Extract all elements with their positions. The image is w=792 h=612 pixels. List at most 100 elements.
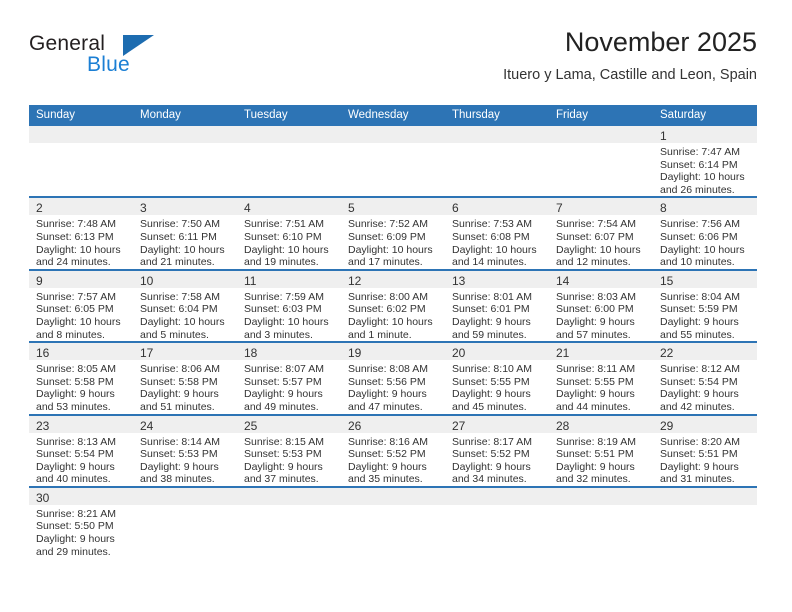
- day-number: 29: [660, 418, 674, 433]
- calendar-day-cell[interactable]: 12 Sunrise: 8:00 AM Sunset: 6:02 PM Dayligh…: [341, 268, 445, 343]
- page-title: November 2025: [564, 27, 757, 57]
- day-number: 27: [452, 418, 466, 433]
- sunrise-text: Sunrise: 8:03 AM: [556, 290, 636, 303]
- calendar-day-cell[interactable]: 4 Sunrise: 7:51 AM Sunset: 6:10 PM Daylight…: [237, 196, 341, 270]
- calendar-day-cell[interactable]: 25 Sunrise: 8:15 AM Sunset: 5:53 PM Dayligh…: [237, 413, 341, 487]
- calendar-day-cell[interactable]: 10 Sunrise: 7:58 AM Sunset: 6:04 PM Dayligh…: [133, 268, 237, 343]
- calendar-day-cell[interactable]: 30 Sunrise: 8:21 AM Sunset: 5:50 PM Dayligh…: [29, 485, 133, 559]
- calendar-day-cell[interactable]: 8 Sunrise: 7:56 AM Sunset: 6:06 PM Daylight…: [653, 196, 757, 270]
- day-number: 5: [348, 201, 355, 216]
- daylight-text: Daylight: 10 hours: [660, 171, 745, 184]
- calendar-day-cell[interactable]: 9 Sunrise: 7:57 AM Sunset: 6:05 PM Daylight…: [29, 268, 133, 343]
- calendar-day-cell[interactable]: 19 Sunrise: 8:08 AM Sunset: 5:56 PM Dayligh…: [341, 341, 445, 415]
- daylight-text-cont: and 44 minutes.: [556, 400, 631, 413]
- sunrise-text: Sunrise: 8:13 AM: [36, 435, 116, 448]
- page-header: General Blue November 2025 Ituero y Lama…: [29, 26, 757, 98]
- calendar-day-cell[interactable]: 23 Sunrise: 8:13 AM Sunset: 5:54 PM Dayligh…: [29, 413, 133, 487]
- day-number-band: 22: [653, 343, 757, 361]
- daylight-text-cont: and 19 minutes.: [244, 256, 319, 269]
- sunset-text: Sunset: 5:55 PM: [452, 375, 530, 388]
- sunrise-text: Sunrise: 8:10 AM: [452, 363, 532, 376]
- calendar-day-cell[interactable]: 27 Sunrise: 8:17 AM Sunset: 5:52 PM Dayligh…: [445, 413, 549, 487]
- daylight-text: Daylight: 10 hours: [660, 243, 745, 256]
- calendar-day-cell[interactable]: 21 Sunrise: 8:11 AM Sunset: 5:55 PM Dayligh…: [549, 341, 653, 415]
- daylight-text-cont: and 59 minutes.: [452, 328, 527, 341]
- calendar-day-cell-empty: [237, 485, 341, 559]
- sunrise-text: Sunrise: 7:47 AM: [660, 146, 740, 158]
- calendar-day-cell[interactable]: 3 Sunrise: 7:50 AM Sunset: 6:11 PM Daylight…: [133, 196, 237, 270]
- day-number: 30: [36, 490, 50, 505]
- calendar-day-cell[interactable]: 13 Sunrise: 8:01 AM Sunset: 6:01 PM Dayligh…: [445, 268, 549, 343]
- sunrise-text: Sunrise: 8:11 AM: [556, 363, 636, 376]
- day-number: 4: [244, 201, 251, 216]
- calendar-day-cell[interactable]: 16 Sunrise: 8:05 AM Sunset: 5:58 PM Dayligh…: [29, 341, 133, 415]
- day-number-band: 16: [29, 343, 133, 361]
- day-details: Sunrise: 7:50 AM Sunset: 6:11 PM Daylight:…: [133, 215, 237, 268]
- day-number-band: 18: [237, 343, 341, 361]
- sunrise-text: Sunrise: 7:50 AM: [140, 218, 220, 231]
- daylight-text-cont: and 1 minute.: [348, 328, 412, 341]
- calendar-day-cell[interactable]: 28 Sunrise: 8:19 AM Sunset: 5:51 PM Dayligh…: [549, 413, 653, 487]
- sunrise-text: Sunrise: 8:00 AM: [348, 290, 428, 303]
- calendar-page: General Blue November 2025 Ituero y Lama…: [0, 0, 792, 612]
- calendar-day-cell[interactable]: 22 Sunrise: 8:12 AM Sunset: 5:54 PM Dayligh…: [653, 341, 757, 415]
- day-number-band: [133, 126, 237, 143]
- day-details: Sunrise: 8:00 AM Sunset: 6:02 PM Daylight:…: [341, 288, 445, 341]
- day-details: Sunrise: 7:51 AM Sunset: 6:10 PM Daylight:…: [237, 215, 341, 268]
- sunset-text: Sunset: 5:58 PM: [36, 375, 114, 388]
- daylight-text: Daylight: 10 hours: [452, 243, 537, 256]
- day-number-band: [653, 487, 757, 505]
- calendar-day-cell[interactable]: 20 Sunrise: 8:10 AM Sunset: 5:55 PM Dayligh…: [445, 341, 549, 415]
- sunrise-text: Sunrise: 8:06 AM: [140, 363, 220, 376]
- day-number-band: 4: [237, 198, 341, 216]
- day-details: Sunrise: 7:58 AM Sunset: 6:04 PM Daylight:…: [133, 288, 237, 341]
- day-number-band: 6: [445, 198, 549, 216]
- calendar-day-cell[interactable]: 5 Sunrise: 7:52 AM Sunset: 6:09 PM Daylight…: [341, 196, 445, 270]
- calendar-day-cell[interactable]: 17 Sunrise: 8:06 AM Sunset: 5:58 PM Dayligh…: [133, 341, 237, 415]
- general-blue-logo[interactable]: General Blue: [29, 32, 179, 84]
- day-number: 9: [36, 273, 43, 288]
- calendar-day-cell[interactable]: 29 Sunrise: 8:20 AM Sunset: 5:51 PM Dayligh…: [653, 413, 757, 487]
- sunrise-text: Sunrise: 7:59 AM: [244, 290, 324, 303]
- weekday-header-saturday: Saturday: [653, 105, 757, 126]
- daylight-text: Daylight: 9 hours: [348, 460, 427, 473]
- day-number-band: 28: [549, 415, 653, 433]
- daylight-text-cont: and 45 minutes.: [452, 400, 527, 413]
- title-block: November 2025 Ituero y Lama, Castille an…: [503, 26, 757, 85]
- day-details: Sunrise: 8:16 AM Sunset: 5:52 PM Daylight:…: [341, 433, 445, 486]
- day-number: 25: [244, 418, 258, 433]
- calendar-day-cell[interactable]: 1 Sunrise: 7:47 AM Sunset: 6:14 PM Daylight…: [653, 126, 757, 198]
- day-number-band: 11: [237, 270, 341, 288]
- sunrise-text: Sunrise: 8:12 AM: [660, 363, 740, 376]
- sunrise-text: Sunrise: 7:56 AM: [660, 218, 740, 231]
- calendar-day-cell[interactable]: 6 Sunrise: 7:53 AM Sunset: 6:08 PM Daylight…: [445, 196, 549, 270]
- calendar-day-cell[interactable]: 15 Sunrise: 8:04 AM Sunset: 5:59 PM Dayligh…: [653, 268, 757, 343]
- daylight-text-cont: and 32 minutes.: [556, 473, 631, 486]
- calendar-day-cell[interactable]: 2 Sunrise: 7:48 AM Sunset: 6:13 PM Daylight…: [29, 196, 133, 270]
- day-number-band: 26: [341, 415, 445, 433]
- daylight-text-cont: and 17 minutes.: [348, 256, 423, 269]
- daylight-text: Daylight: 10 hours: [348, 315, 433, 328]
- calendar-day-cell[interactable]: 26 Sunrise: 8:16 AM Sunset: 5:52 PM Dayligh…: [341, 413, 445, 487]
- day-details: Sunrise: 8:13 AM Sunset: 5:54 PM Daylight:…: [29, 433, 133, 486]
- day-number-band: [549, 487, 653, 505]
- day-number: 12: [348, 273, 362, 288]
- day-number-band: [29, 126, 133, 143]
- calendar-day-cell-empty: [341, 485, 445, 559]
- calendar-day-cell[interactable]: 18 Sunrise: 8:07 AM Sunset: 5:57 PM Dayligh…: [237, 341, 341, 415]
- calendar-day-cell[interactable]: 24 Sunrise: 8:14 AM Sunset: 5:53 PM Dayligh…: [133, 413, 237, 487]
- sunrise-text: Sunrise: 8:14 AM: [140, 435, 220, 448]
- calendar-day-cell[interactable]: 11 Sunrise: 7:59 AM Sunset: 6:03 PM Dayligh…: [237, 268, 341, 343]
- day-number: 10: [140, 273, 154, 288]
- calendar-day-cell[interactable]: 7 Sunrise: 7:54 AM Sunset: 6:07 PM Daylight…: [549, 196, 653, 270]
- sunset-text: Sunset: 5:53 PM: [140, 448, 218, 461]
- calendar-header-row: Sunday Monday Tuesday Wednesday Thursday Frid…: [29, 105, 757, 126]
- calendar-day-cell[interactable]: 14 Sunrise: 8:03 AM Sunset: 6:00 PM Dayligh…: [549, 268, 653, 343]
- weekday-header-thursday: Thursday: [445, 105, 549, 126]
- day-number: 15: [660, 273, 674, 288]
- day-details: Sunrise: 8:07 AM Sunset: 5:57 PM Daylight:…: [237, 360, 341, 413]
- day-number-band: [445, 126, 549, 143]
- daylight-text: Daylight: 9 hours: [452, 315, 531, 328]
- sunset-text: Sunset: 6:00 PM: [556, 303, 634, 316]
- day-details: Sunrise: 8:17 AM Sunset: 5:52 PM Daylight:…: [445, 433, 549, 486]
